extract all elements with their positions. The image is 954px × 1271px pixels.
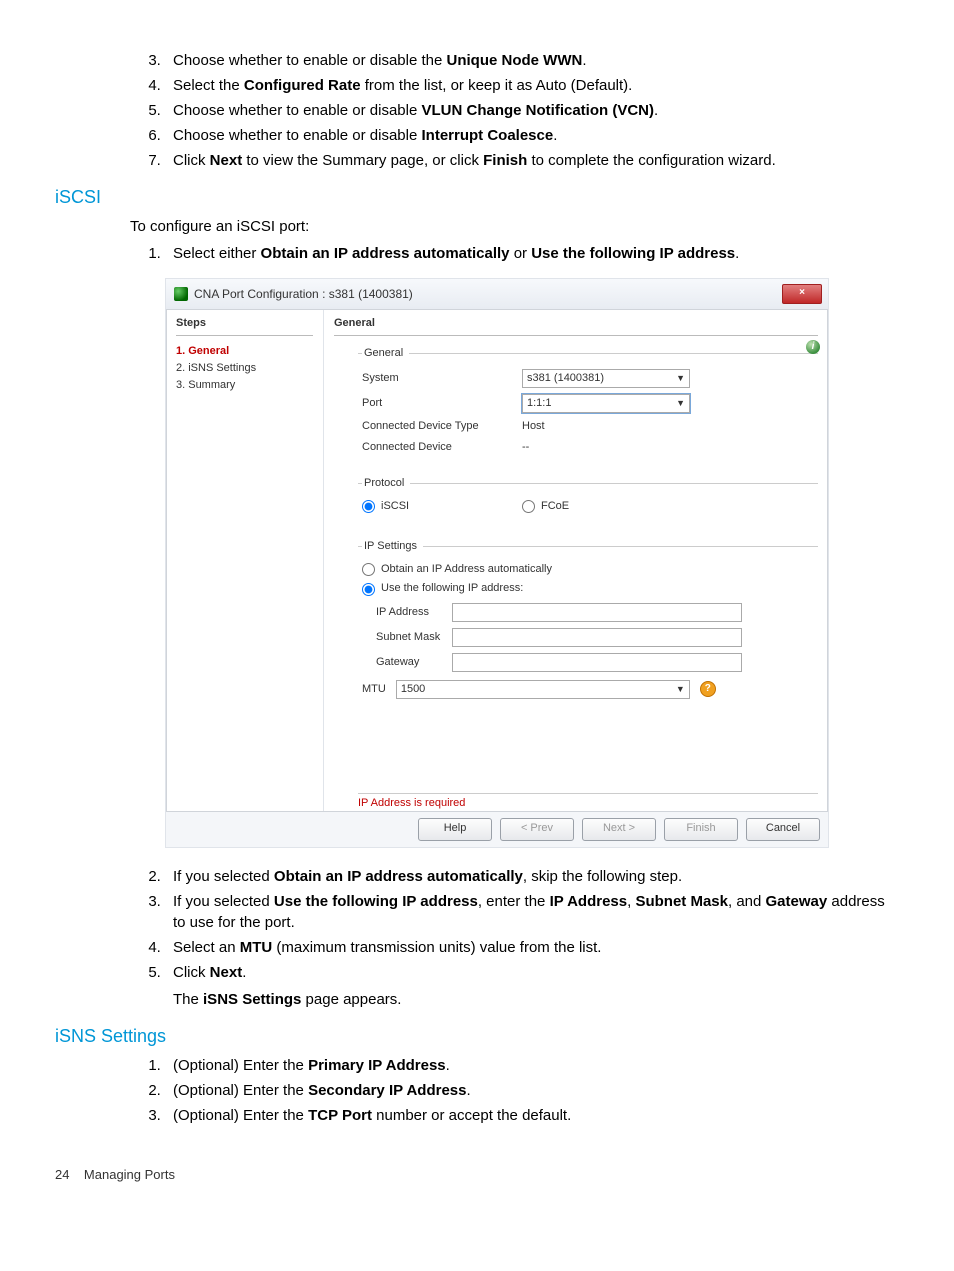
- general-group: General System s381 (1400381)▼ Port 1:1:…: [358, 346, 818, 466]
- ip-address-label: IP Address: [376, 605, 452, 620]
- instruction-item: (Optional) Enter the Secondary IP Addres…: [165, 1080, 899, 1101]
- protocol-legend: Protocol: [362, 476, 410, 491]
- ip-settings-legend: IP Settings: [362, 539, 423, 554]
- instruction-item: Click Next to view the Summary page, or …: [165, 150, 899, 171]
- instruction-list-1: Choose whether to enable or disable the …: [55, 50, 899, 171]
- instruction-item: Select either Obtain an IP address autom…: [165, 243, 899, 264]
- next-button[interactable]: Next >: [582, 818, 656, 841]
- instruction-list-3: If you selected Obtain an IP address aut…: [55, 866, 899, 1010]
- connected-device-type-label: Connected Device Type: [362, 419, 522, 434]
- cancel-button[interactable]: Cancel: [746, 818, 820, 841]
- instruction-list-2: Select either Obtain an IP address autom…: [55, 243, 899, 264]
- port-label: Port: [362, 396, 522, 411]
- chevron-down-icon: ▼: [676, 683, 685, 696]
- prev-button[interactable]: < Prev: [500, 818, 574, 841]
- ip-settings-group: IP Settings Obtain an IP Address automat…: [358, 539, 818, 703]
- radio-input[interactable]: [522, 500, 535, 513]
- instruction-item: Click Next. The iSNS Settings page appea…: [165, 962, 899, 1010]
- heading-isns: iSNS Settings: [55, 1024, 899, 1049]
- help-button[interactable]: Help: [418, 818, 492, 841]
- chevron-down-icon: ▼: [676, 397, 685, 410]
- cna-port-config-dialog: CNA Port Configuration : s381 (1400381) …: [165, 278, 829, 848]
- instruction-item: Select an MTU (maximum transmission unit…: [165, 937, 899, 958]
- error-message: IP Address is required: [358, 793, 818, 811]
- port-select[interactable]: 1:1:1▼: [522, 394, 690, 413]
- protocol-fcoe-radio[interactable]: FCoE: [522, 499, 569, 514]
- instruction-item: (Optional) Enter the Primary IP Address.: [165, 1055, 899, 1076]
- instruction-item: If you selected Obtain an IP address aut…: [165, 866, 899, 887]
- protocol-group: Protocol iSCSI FCoE: [358, 476, 818, 529]
- page-footer: 24 Managing Ports: [55, 1166, 899, 1184]
- help-icon[interactable]: ?: [700, 681, 716, 697]
- radio-input[interactable]: [362, 500, 375, 513]
- gateway-label: Gateway: [376, 655, 452, 670]
- ip-address-input[interactable]: [452, 603, 742, 622]
- radio-input[interactable]: [362, 563, 375, 576]
- instruction-item: Choose whether to enable or disable VLUN…: [165, 100, 899, 121]
- step-isns[interactable]: 2. iSNS Settings: [176, 361, 313, 376]
- instruction-list-4: (Optional) Enter the Primary IP Address.…: [55, 1055, 899, 1126]
- instruction-item: If you selected Use the following IP add…: [165, 891, 899, 933]
- app-icon: [174, 287, 188, 301]
- general-legend: General: [362, 346, 409, 361]
- subnet-mask-input[interactable]: [452, 628, 742, 647]
- instruction-item: Choose whether to enable or disable Inte…: [165, 125, 899, 146]
- system-label: System: [362, 371, 522, 386]
- ip-static-radio[interactable]: Use the following IP address:: [362, 581, 814, 596]
- dialog-titlebar: CNA Port Configuration : s381 (1400381) …: [166, 279, 828, 310]
- chevron-down-icon: ▼: [676, 372, 685, 385]
- main-panel: General i General System s381 (1400381)▼…: [324, 310, 828, 811]
- instruction-item: (Optional) Enter the TCP Port number or …: [165, 1105, 899, 1126]
- close-icon[interactable]: ×: [782, 284, 822, 304]
- dialog-title: CNA Port Configuration : s381 (1400381): [194, 286, 782, 303]
- radio-input[interactable]: [362, 583, 375, 596]
- mtu-label: MTU: [362, 682, 386, 697]
- step-general[interactable]: 1. General: [176, 344, 313, 359]
- gateway-input[interactable]: [452, 653, 742, 672]
- connected-device-label: Connected Device: [362, 440, 522, 455]
- footer-title: Managing Ports: [84, 1167, 175, 1182]
- main-header: General: [334, 316, 818, 335]
- finish-button[interactable]: Finish: [664, 818, 738, 841]
- system-select[interactable]: s381 (1400381)▼: [522, 369, 690, 388]
- heading-iscsi: iSCSI: [55, 185, 899, 210]
- instruction-item: Select the Configured Rate from the list…: [165, 75, 899, 96]
- protocol-iscsi-radio[interactable]: iSCSI: [362, 499, 522, 514]
- page-number: 24: [55, 1167, 69, 1182]
- button-bar: Help < Prev Next > Finish Cancel: [166, 811, 828, 847]
- subnet-mask-label: Subnet Mask: [376, 630, 452, 645]
- static-ip-block: IP Address Subnet Mask Gateway: [376, 603, 814, 672]
- steps-panel: Steps 1. General 2. iSNS Settings 3. Sum…: [166, 310, 324, 811]
- connected-device-value: --: [522, 440, 529, 455]
- steps-header: Steps: [176, 316, 313, 335]
- intro-text: To configure an iSCSI port:: [130, 216, 899, 237]
- step-summary[interactable]: 3. Summary: [176, 378, 313, 393]
- ip-auto-radio[interactable]: Obtain an IP Address automatically: [362, 562, 814, 577]
- mtu-select[interactable]: 1500▼: [396, 680, 690, 699]
- instruction-tail: The iSNS Settings page appears.: [173, 989, 899, 1010]
- connected-device-type-value: Host: [522, 419, 545, 434]
- instruction-item: Choose whether to enable or disable the …: [165, 50, 899, 71]
